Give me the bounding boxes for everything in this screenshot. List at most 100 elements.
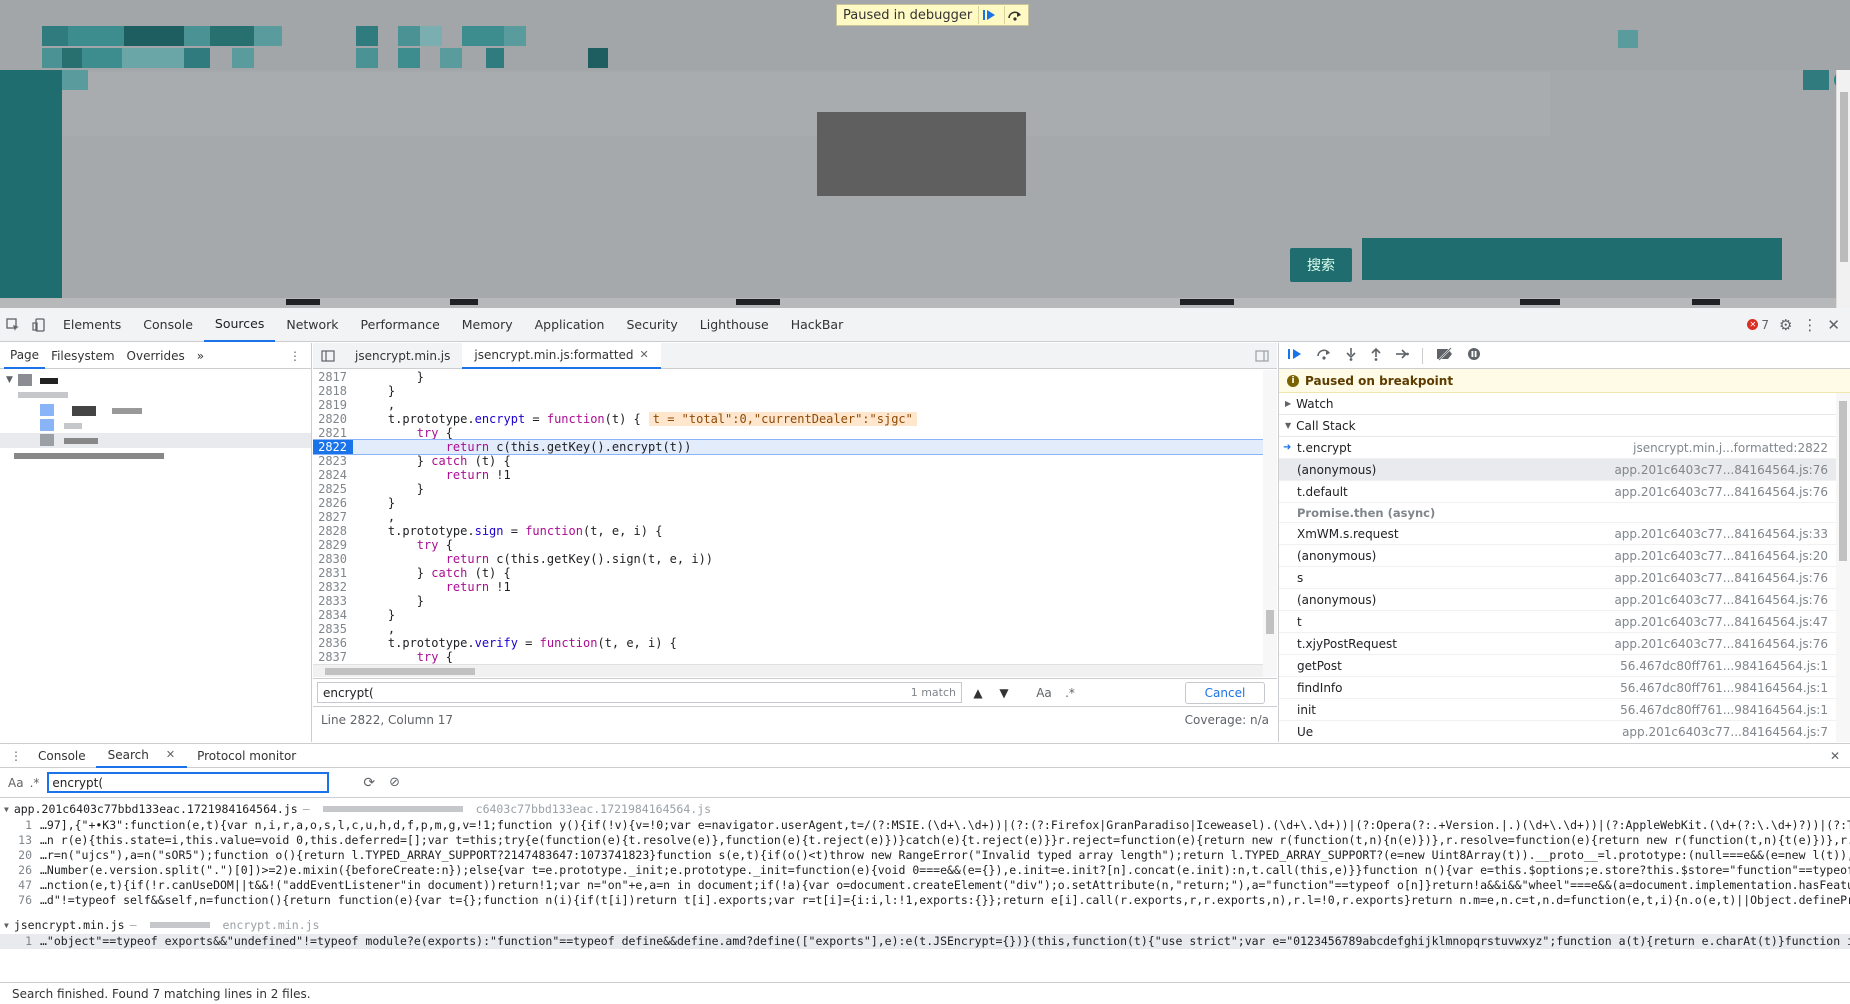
tab-lighthouse[interactable]: Lighthouse [689, 308, 780, 342]
call-frame[interactable]: s app.201c6403c77...84164564.js:76 [1279, 567, 1850, 589]
frame-location-link[interactable]: 56.467dc80ff761...984164564.js:1 [1620, 659, 1828, 673]
code-line[interactable]: 2830 return c(this.getKey().sign(t, e, i… [313, 552, 1263, 566]
tab-network[interactable]: Network [275, 308, 349, 342]
search-input[interactable]: encrypt( [47, 772, 330, 793]
result-line[interactable]: 26 …Number(e.version.split(".")[0])>=2)e.… [0, 863, 1850, 878]
deactivate-breakpoints-icon[interactable] [1436, 346, 1454, 365]
page-search-button[interactable]: 搜索 [1290, 248, 1352, 282]
line-number[interactable]: 2822 [313, 440, 353, 454]
tree-item[interactable] [0, 448, 311, 463]
code-line-execution[interactable]: 2822 return c(this.getKey().encrypt(t)) [313, 439, 1263, 455]
call-frame[interactable]: t.xjyPostRequest app.201c6403c77...841645… [1279, 633, 1850, 655]
tab-security[interactable]: Security [615, 308, 688, 342]
error-count-badge[interactable]: ✕ 7 [1747, 318, 1769, 332]
call-frame[interactable]: (anonymous) app.201c6403c77...84164564.js… [1279, 589, 1850, 611]
line-number[interactable]: 2836 [313, 636, 353, 650]
resume-script-icon[interactable] [1287, 347, 1303, 365]
tree-item[interactable] [0, 388, 311, 403]
code-line[interactable]: 2833 } [313, 594, 1263, 608]
frame-location-link[interactable]: app.201c6403c77...84164564.js:76 [1614, 571, 1828, 585]
line-number[interactable]: 2827 [313, 510, 353, 524]
call-frame[interactable]: (anonymous) app.201c6403c77...84164564.js… [1279, 545, 1850, 567]
close-devtools-icon[interactable]: ✕ [1827, 316, 1840, 334]
drawer-tab-protocol-monitor[interactable]: Protocol monitor [191, 744, 302, 768]
find-previous-icon[interactable]: ▲ [968, 683, 988, 703]
call-frame[interactable]: (anonymous) app.201c6403c77...84164564.js… [1279, 459, 1850, 481]
editor-tab-jsencrypt-formatted[interactable]: jsencrypt.min.js:formatted ✕ [462, 342, 661, 369]
code-line[interactable]: 2835 , [313, 622, 1263, 636]
tab-sources[interactable]: Sources [203, 308, 276, 342]
frame-location-link[interactable]: app.201c6403c77...84164564.js:76 [1614, 463, 1828, 477]
call-frame[interactable]: Ue app.201c6403c77...84164564.js:7 [1279, 721, 1850, 742]
line-number[interactable]: 2830 [313, 552, 353, 566]
close-drawer-icon[interactable]: ✕ [1824, 744, 1850, 768]
line-number[interactable]: 2821 [313, 426, 353, 440]
page-scrollbar[interactable] [1836, 70, 1850, 308]
line-number[interactable]: 2833 [313, 594, 353, 608]
code-line[interactable]: 2837 try { [313, 650, 1263, 664]
step-into-icon[interactable] [1345, 347, 1357, 365]
line-number[interactable]: 2820 [313, 412, 353, 426]
editor-tab-jsencrypt[interactable]: jsencrypt.min.js [343, 343, 462, 369]
close-tab-icon[interactable]: ✕ [160, 743, 181, 767]
tree-item[interactable]: ▼ [0, 373, 311, 388]
code-line[interactable]: 2818 } [313, 384, 1263, 398]
find-input[interactable]: encrypt( 1 match [317, 682, 962, 703]
tree-item[interactable] [0, 403, 311, 418]
line-number[interactable]: 2829 [313, 538, 353, 552]
frame-location-link[interactable]: app.201c6403c77...84164564.js:76 [1614, 593, 1828, 607]
frame-location-link[interactable]: app.201c6403c77...84164564.js:76 [1614, 637, 1828, 651]
code-line[interactable]: 2828 t.prototype.sign = function(t, e, i… [313, 524, 1263, 538]
tab-hackbar[interactable]: HackBar [780, 308, 855, 342]
frame-location-link[interactable]: app.201c6403c77...84164564.js:20 [1614, 549, 1828, 563]
step-over-icon[interactable] [1004, 6, 1024, 24]
result-line[interactable]: 47 …nction(e,t){if(!r.canUseDOM||t&&!("ad… [0, 878, 1850, 893]
scrollbar-thumb[interactable] [1839, 401, 1847, 561]
watch-section-header[interactable]: ▶ Watch [1279, 393, 1850, 415]
line-number[interactable]: 2837 [313, 650, 353, 664]
line-number[interactable]: 2832 [313, 580, 353, 594]
tree-item-selected[interactable] [0, 433, 311, 448]
result-file-header[interactable]: ▼ app.201c6403c77bbd133eac.1721984164564.… [0, 800, 1850, 818]
line-number[interactable]: 2834 [313, 608, 353, 622]
match-case-icon[interactable]: Aa [8, 776, 24, 790]
scrollbar-thumb[interactable] [325, 668, 475, 675]
resume-icon[interactable] [978, 6, 998, 24]
call-frame[interactable]: getPost 56.467dc80ff761...984164564.js:1 [1279, 655, 1850, 677]
inspect-element-icon[interactable] [0, 312, 26, 338]
line-number[interactable]: 2817 [313, 370, 353, 384]
call-stack-section-header[interactable]: ▼ Call Stack [1279, 415, 1850, 437]
code-line[interactable]: 2825 } [313, 482, 1263, 496]
more-menu-icon[interactable]: ⋮ [1802, 316, 1817, 334]
call-frame[interactable]: XmWM.s.request app.201c6403c77...84164564… [1279, 523, 1850, 545]
match-case-icon[interactable]: Aa [1034, 683, 1054, 703]
tab-overrides[interactable]: Overrides [121, 343, 191, 369]
regex-icon[interactable]: .* [1060, 683, 1080, 703]
tab-page[interactable]: Page [4, 343, 46, 369]
frame-location-link[interactable]: app.201c6403c77...84164564.js:7 [1622, 725, 1828, 739]
tab-elements[interactable]: Elements [52, 308, 132, 342]
line-number[interactable]: 2831 [313, 566, 353, 580]
debugger-scrollbar[interactable] [1836, 393, 1850, 742]
device-toolbar-icon[interactable] [26, 312, 52, 338]
toggle-navigator-icon[interactable] [313, 343, 343, 369]
toggle-debugger-icon[interactable] [1243, 343, 1277, 369]
call-frame[interactable]: init 56.467dc80ff761...984164564.js:1 [1279, 699, 1850, 721]
result-line[interactable]: 1 …97],{"+•K3":function(e,t){var n,i,r,a,… [0, 818, 1850, 833]
frame-location-link[interactable]: app.201c6403c77...84164564.js:76 [1614, 485, 1828, 499]
result-line[interactable]: 1 …"object"==typeof exports&&"undefined"!… [0, 934, 1850, 949]
line-number[interactable]: 2835 [313, 622, 353, 636]
code-line[interactable]: 2820 t.prototype.encrypt = function(t) {… [313, 412, 1263, 426]
code-line[interactable]: 2826 } [313, 496, 1263, 510]
call-frame[interactable]: findInfo 56.467dc80ff761...984164564.js:1 [1279, 677, 1850, 699]
drawer-menu-icon[interactable]: ⋮ [4, 744, 28, 768]
tab-console[interactable]: Console [132, 308, 204, 342]
code-line[interactable]: 2834 } [313, 608, 1263, 622]
result-line[interactable]: 76 …d"!=typeof self&&self,n=function(){re… [0, 893, 1850, 908]
code-line[interactable]: 2832 return !1 [313, 580, 1263, 594]
call-frame[interactable]: t app.201c6403c77...84164564.js:47 [1279, 611, 1850, 633]
line-number[interactable]: 2828 [313, 524, 353, 538]
page-scrollbar-thumb[interactable] [1840, 92, 1848, 262]
scrollbar-thumb[interactable] [1266, 610, 1274, 634]
code-line[interactable]: 2817 } [313, 370, 1263, 384]
